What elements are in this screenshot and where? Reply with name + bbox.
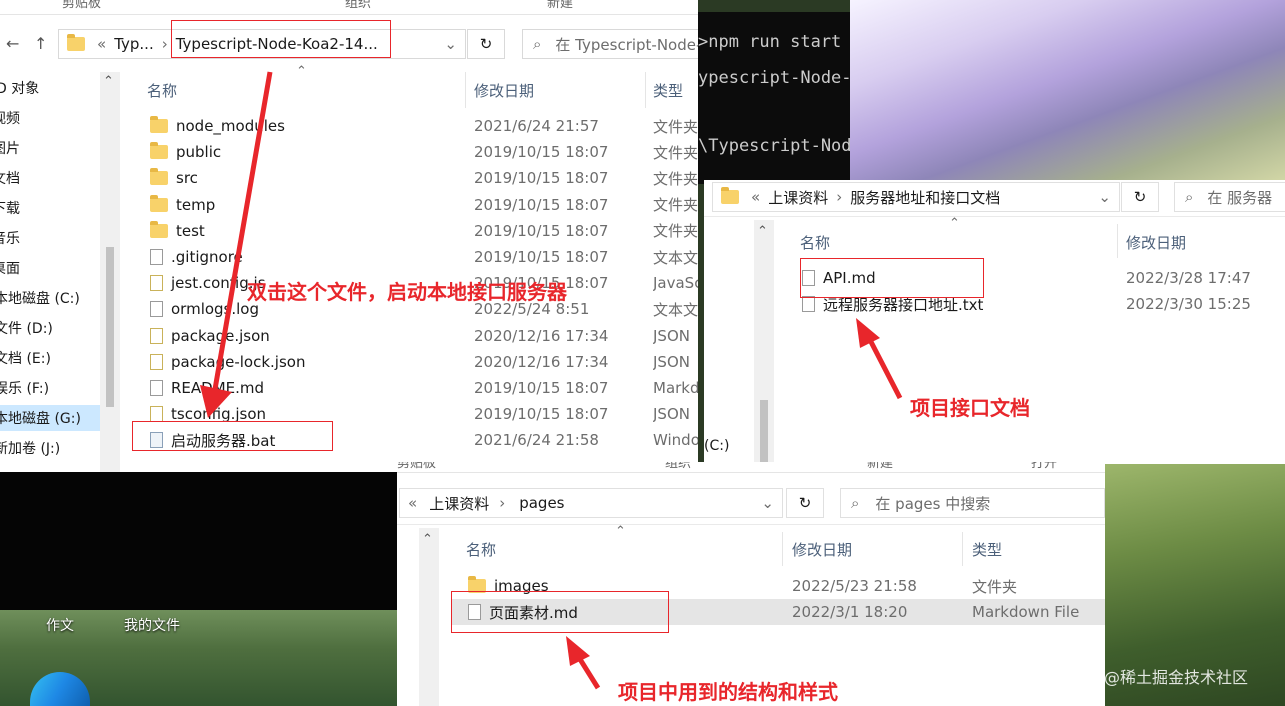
annotation-arrows — [200, 71, 903, 690]
arrow-to-page — [566, 636, 601, 690]
annotation-page-assets: 项目中用到的结构和样式 — [618, 680, 838, 704]
annotation-start-server: 双击这个文件，启动本地接口服务器 — [247, 280, 567, 304]
annotation-api-doc: 项目接口文档 — [910, 396, 1030, 420]
arrow-to-bat — [200, 71, 273, 418]
arrow-to-api — [856, 318, 903, 400]
